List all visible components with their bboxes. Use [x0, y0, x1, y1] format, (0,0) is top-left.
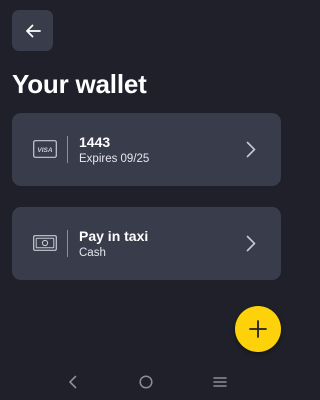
cash-title: Pay in taxi: [79, 228, 149, 244]
chevron-right-icon: [246, 235, 256, 252]
card-expiry: Expires 09/25: [79, 153, 150, 165]
payment-method-card[interactable]: VISA 1443 Expires 09/25: [12, 113, 281, 186]
system-navigation-bar: [0, 364, 293, 400]
cash-icon: [33, 235, 57, 251]
chevron-right-icon: [246, 141, 256, 158]
back-button[interactable]: [12, 10, 53, 51]
chevron-left-icon[interactable]: [65, 374, 81, 390]
divider: [67, 230, 68, 257]
card-number: 1443: [79, 134, 111, 150]
payment-method-cash[interactable]: Pay in taxi Cash: [12, 207, 281, 280]
visa-label: VISA: [37, 147, 52, 154]
divider: [67, 136, 68, 163]
plus-icon: [249, 320, 267, 338]
menu-lines-icon[interactable]: [212, 374, 228, 390]
page-title: Your wallet: [12, 69, 147, 99]
circle-home-icon[interactable]: [138, 374, 154, 390]
arrow-left-icon: [25, 24, 41, 37]
add-payment-method-button[interactable]: [235, 306, 281, 352]
visa-card-icon: VISA: [33, 140, 57, 158]
cash-subtitle: Cash: [79, 247, 106, 259]
